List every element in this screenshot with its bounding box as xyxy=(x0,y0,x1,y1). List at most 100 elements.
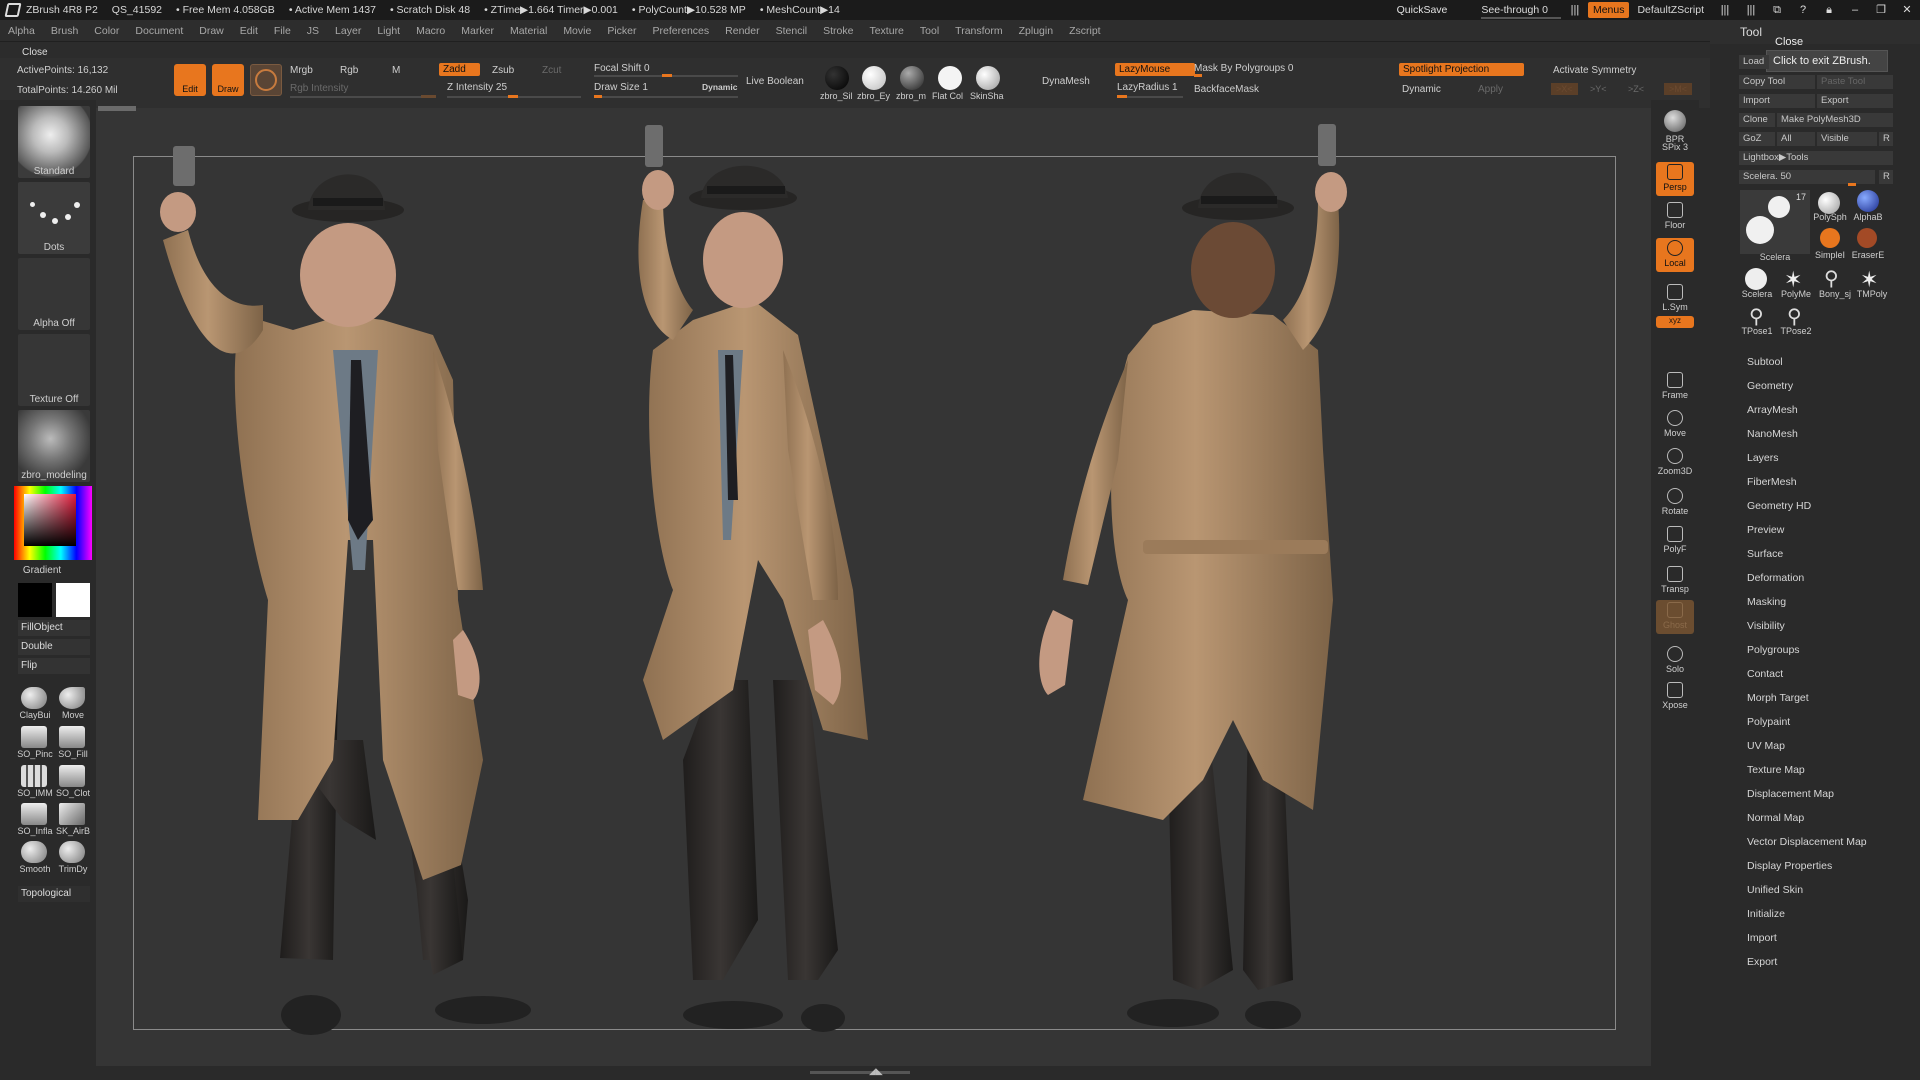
menu-macro[interactable]: Macro xyxy=(408,25,453,37)
color-picker[interactable] xyxy=(14,486,92,560)
material-zbro-ey-icon[interactable] xyxy=(862,66,886,90)
goz-visible-button[interactable]: Visible xyxy=(1817,132,1877,146)
subpalette-arraymesh[interactable]: ArrayMesh xyxy=(1747,404,1798,416)
apply-button[interactable]: Apply xyxy=(1478,84,1503,95)
mrgb-button[interactable]: Mrgb xyxy=(290,65,313,76)
subpalette-contact[interactable]: Contact xyxy=(1747,668,1783,680)
menu-material[interactable]: Material xyxy=(502,25,555,37)
so-fill-brush-icon[interactable] xyxy=(59,726,85,748)
menu-marker[interactable]: Marker xyxy=(453,25,502,37)
quicksave-button[interactable]: QuickSave xyxy=(1397,4,1448,16)
material-zbro-sil-icon[interactable] xyxy=(825,66,849,90)
spix-slider[interactable]: SPix 3 xyxy=(1656,138,1694,156)
subpalette-import[interactable]: Import xyxy=(1747,932,1777,944)
so-inflate-brush-icon[interactable] xyxy=(21,803,47,825)
dynamic-toggle[interactable]: Dynamic xyxy=(702,82,737,92)
spotlight-projection-button[interactable]: Spotlight Projection xyxy=(1399,63,1525,76)
draw-button[interactable]: Draw xyxy=(212,64,244,96)
zcut-button[interactable]: Zcut xyxy=(542,65,561,76)
subpalette-deformation[interactable]: Deformation xyxy=(1747,572,1804,584)
backfacemask-button[interactable]: BackfaceMask xyxy=(1194,84,1259,95)
xpose-button[interactable]: Xpose xyxy=(1656,680,1694,710)
rotate-button[interactable]: Rotate xyxy=(1656,486,1694,516)
menu-js[interactable]: JS xyxy=(299,25,327,37)
activate-symmetry-button[interactable]: Activate Symmetry xyxy=(1553,65,1636,76)
subpalette-fibermesh[interactable]: FiberMesh xyxy=(1747,476,1797,488)
z-intensity-slider[interactable]: Z Intensity 25 xyxy=(447,82,507,93)
subpalette-display-properties[interactable]: Display Properties xyxy=(1747,860,1832,872)
alphabrush-tool-icon[interactable] xyxy=(1857,190,1879,212)
import-tool-button[interactable]: Import xyxy=(1739,94,1815,108)
bars-icon-2[interactable]: ||| xyxy=(1716,3,1734,17)
lazymouse-button[interactable]: LazyMouse xyxy=(1115,63,1196,76)
floor-button[interactable]: Floor xyxy=(1656,200,1694,230)
mask-by-polygroups-slider[interactable]: Mask By Polygroups 0 xyxy=(1194,63,1294,74)
menu-color[interactable]: Color xyxy=(86,25,127,37)
menu-light[interactable]: Light xyxy=(369,25,408,37)
eraserbrush-tool-icon[interactable] xyxy=(1857,228,1877,248)
restore-icon[interactable]: ❐ xyxy=(1872,3,1890,17)
current-tool-slider[interactable]: Scelera. 50 xyxy=(1739,170,1875,184)
layout-icon[interactable]: ⧉ xyxy=(1768,3,1786,17)
subpalette-uv-map[interactable]: UV Map xyxy=(1747,740,1785,752)
subpalette-masking[interactable]: Masking xyxy=(1747,596,1786,608)
tool-palette-title[interactable]: Tool xyxy=(1740,25,1762,39)
solo-button[interactable]: Solo xyxy=(1656,644,1694,674)
polysphere-tool-icon[interactable] xyxy=(1818,192,1840,214)
claybuildup-brush-icon[interactable] xyxy=(21,687,47,709)
expand-arrows-icon[interactable]: ◢◣ xyxy=(869,1066,883,1077)
copy-tool-button[interactable]: Copy Tool xyxy=(1739,75,1815,89)
material-zbro-m-icon[interactable] xyxy=(900,66,924,90)
m-button[interactable]: M xyxy=(392,65,400,76)
symmetry-y-button[interactable]: >Y< xyxy=(1590,84,1607,94)
bars-icon-3[interactable]: ||| xyxy=(1742,3,1760,17)
zsub-button[interactable]: Zsub xyxy=(492,65,514,76)
subpalette-visibility[interactable]: Visibility xyxy=(1747,620,1785,632)
see-through-slider[interactable]: See-through 0 xyxy=(1481,4,1561,19)
secondary-color-swatch[interactable] xyxy=(56,583,90,617)
draw-size-slider[interactable]: Draw Size 1 xyxy=(594,82,648,93)
goz-all-button[interactable]: All xyxy=(1777,132,1815,146)
menu-transform[interactable]: Transform xyxy=(947,25,1010,37)
subpalette-texture-map[interactable]: Texture Map xyxy=(1747,764,1805,776)
subpalette-unified-skin[interactable]: Unified Skin xyxy=(1747,884,1803,896)
lightbox-tools-button[interactable]: Lightbox▶Tools xyxy=(1739,151,1893,165)
subpalette-morph-target[interactable]: Morph Target xyxy=(1747,692,1809,704)
character-views[interactable] xyxy=(133,120,1613,1060)
subpalette-polygroups[interactable]: Polygroups xyxy=(1747,644,1800,656)
rgb-button[interactable]: Rgb xyxy=(340,65,358,76)
material-skinshade-icon[interactable] xyxy=(976,66,1000,90)
menu-zscript[interactable]: Zscript xyxy=(1061,25,1109,37)
menu-brush[interactable]: Brush xyxy=(43,25,86,37)
smooth-brush-icon[interactable] xyxy=(21,841,47,863)
polyf-button[interactable]: PolyF xyxy=(1656,524,1694,554)
menu-tool[interactable]: Tool xyxy=(912,25,947,37)
move-mode-button[interactable] xyxy=(250,64,282,96)
menu-preferences[interactable]: Preferences xyxy=(645,25,718,37)
topological-button[interactable]: Topological xyxy=(18,886,90,902)
default-zscript-button[interactable]: DefaultZScript xyxy=(1637,4,1704,16)
lsym-button[interactable]: L.Sym xyxy=(1656,282,1694,312)
close-popup-label[interactable]: Close xyxy=(1775,36,1803,48)
ghost-button[interactable]: Ghost xyxy=(1656,600,1694,634)
move-brush-icon[interactable] xyxy=(59,687,85,709)
minimize-icon[interactable]: – xyxy=(1846,3,1864,17)
menu-edit[interactable]: Edit xyxy=(232,25,266,37)
local-button[interactable]: Local xyxy=(1656,238,1694,272)
move-button[interactable]: Move xyxy=(1656,408,1694,438)
frame-button[interactable]: Frame xyxy=(1656,370,1694,400)
bars-icon[interactable]: ||| xyxy=(1566,3,1584,17)
close-window-icon[interactable]: ✕ xyxy=(1898,3,1916,17)
focal-shift-slider[interactable]: Focal Shift 0 xyxy=(594,63,650,74)
so-cloth-brush-icon[interactable] xyxy=(59,765,85,787)
help-icon[interactable]: ? xyxy=(1794,3,1812,17)
subpalette-preview[interactable]: Preview xyxy=(1747,524,1784,536)
symmetry-m-button[interactable]: >M< xyxy=(1664,83,1693,95)
transp-button[interactable]: Transp xyxy=(1656,564,1694,594)
rgb-intensity-slider[interactable]: Rgb Intensity xyxy=(290,83,348,94)
trimdynamic-brush-icon[interactable] xyxy=(59,841,85,863)
paste-tool-button[interactable]: Paste Tool xyxy=(1817,75,1893,89)
subpalette-initialize[interactable]: Initialize xyxy=(1747,908,1785,920)
current-tool-thumb[interactable]: 17 xyxy=(1740,190,1810,254)
subpalette-surface[interactable]: Surface xyxy=(1747,548,1783,560)
